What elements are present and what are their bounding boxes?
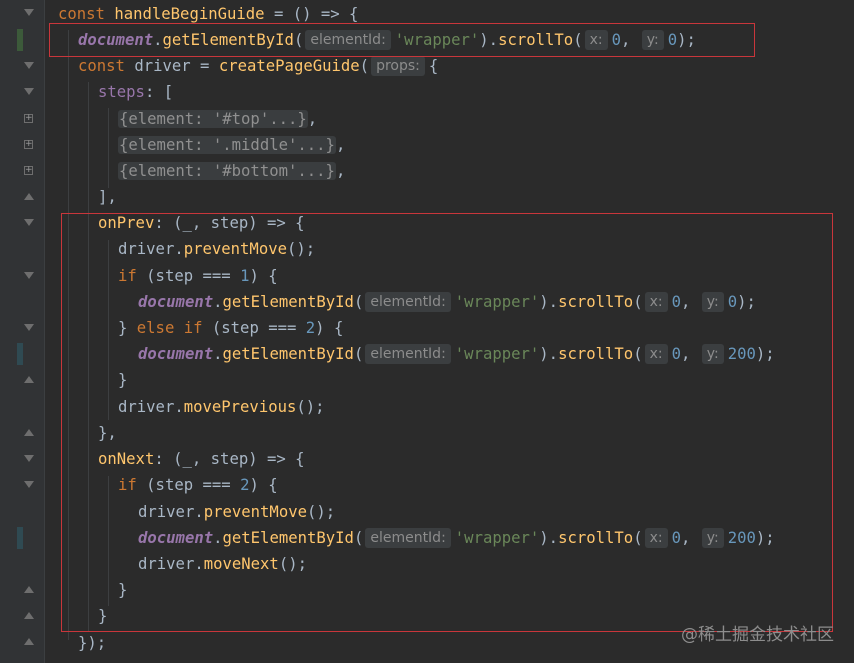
fold-expand-icon[interactable]: + (24, 166, 33, 175)
fold-collapse-icon[interactable] (24, 219, 34, 226)
fold-expand-icon[interactable]: + (24, 140, 33, 149)
fold-collapse-icon[interactable] (24, 272, 34, 279)
editor-gutter: + + + (0, 0, 44, 663)
fold-end-icon[interactable] (24, 429, 34, 436)
param-hint: props: (371, 56, 425, 76)
vcs-change-marker[interactable] (17, 29, 23, 51)
code-line-25: }); (78, 634, 107, 652)
fold-collapse-icon[interactable] (24, 481, 34, 488)
collapsed-block[interactable]: {element: '.middle'...} (118, 136, 336, 154)
fold-collapse-icon[interactable] (24, 324, 34, 331)
fold-end-icon[interactable] (24, 376, 34, 383)
vcs-change-marker[interactable] (17, 527, 23, 549)
indent-guide (108, 108, 109, 188)
fold-collapse-icon[interactable] (24, 455, 34, 462)
code-line-4: steps: [ (98, 83, 174, 101)
gutter-separator (44, 0, 45, 663)
code-line-5: {element: '#top'...}, (118, 110, 318, 128)
highlight-box-scroll (49, 23, 755, 57)
code-line-8: ], (98, 188, 117, 206)
vcs-change-marker[interactable] (17, 343, 23, 365)
fold-collapse-icon[interactable] (24, 9, 34, 16)
collapsed-block[interactable]: {element: '#bottom'...} (118, 162, 336, 180)
fold-end-icon[interactable] (24, 638, 34, 645)
fold-collapse-icon[interactable] (24, 88, 34, 95)
watermark: @稀土掘金技术社区 (681, 625, 834, 645)
fold-end-icon[interactable] (24, 586, 34, 593)
highlight-box-callbacks (61, 213, 833, 632)
fold-end-icon[interactable] (24, 612, 34, 619)
fold-collapse-icon[interactable] (24, 62, 34, 69)
fold-expand-icon[interactable]: + (24, 114, 33, 123)
collapsed-block[interactable]: {element: '#top'...} (118, 110, 308, 128)
code-line-6: {element: '.middle'...}, (118, 136, 346, 154)
fold-end-icon[interactable] (24, 193, 34, 200)
code-line-7: {element: '#bottom'...}, (118, 162, 346, 180)
